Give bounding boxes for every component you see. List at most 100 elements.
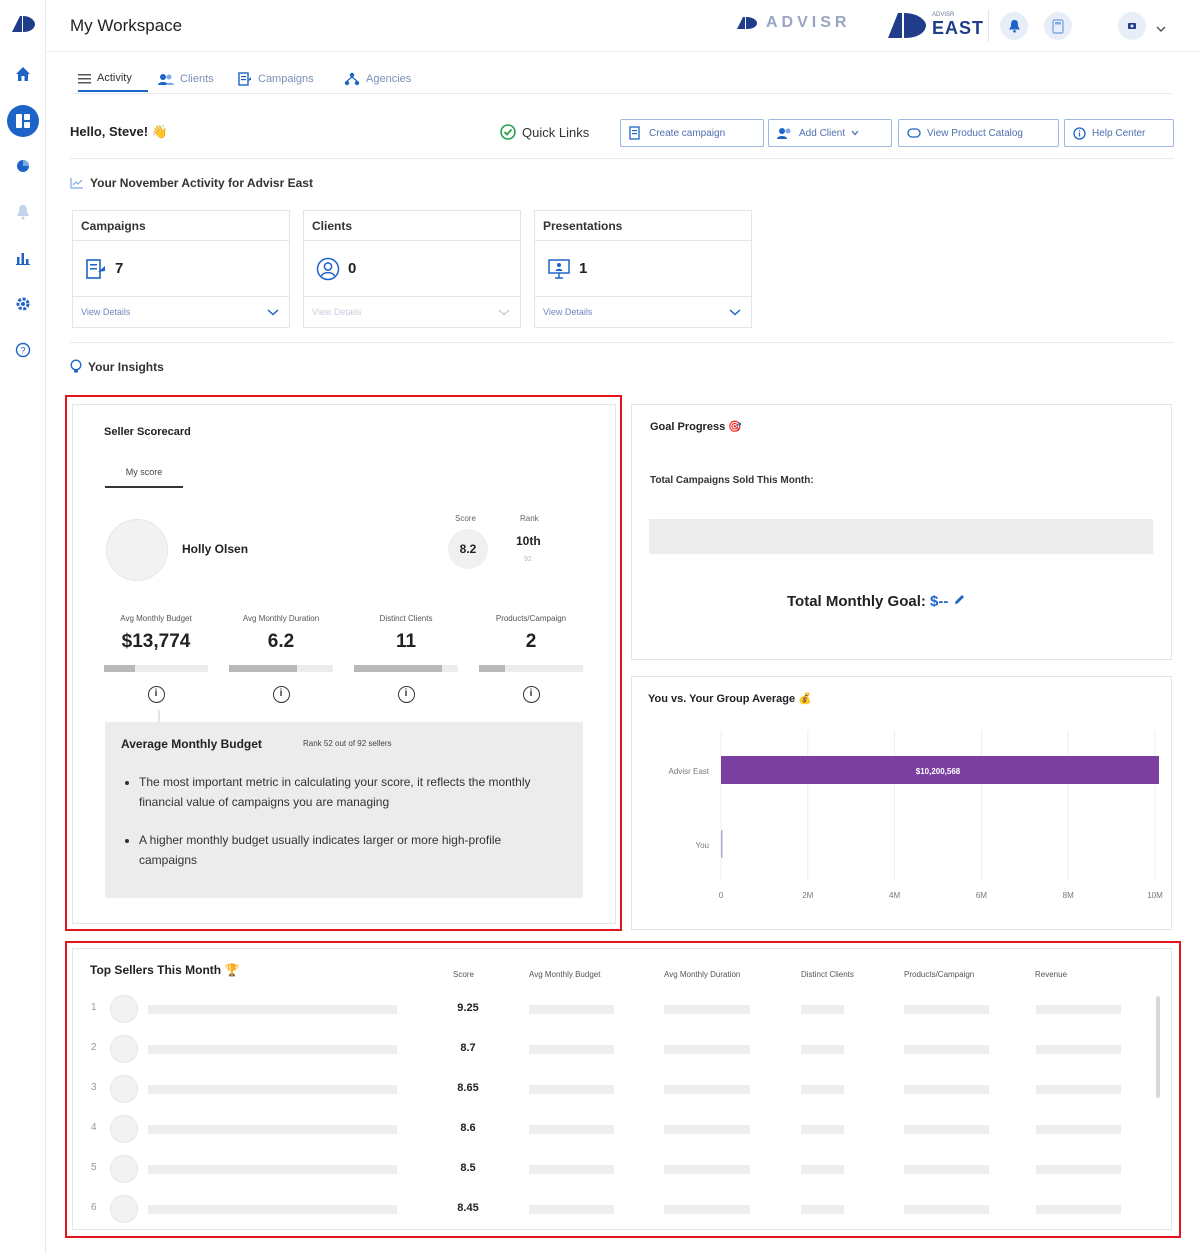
metric-label: Products/Campaign	[495, 614, 567, 623]
activity-title-text: Your November Activity for Advisr East	[90, 176, 313, 190]
pie-chart-icon[interactable]	[0, 158, 46, 174]
insights-title-text: Your Insights	[88, 359, 164, 374]
bell-icon[interactable]	[0, 204, 46, 220]
seller-score: 8.2	[448, 529, 488, 569]
cell-placeholder	[904, 1005, 989, 1014]
cell-placeholder	[529, 1125, 614, 1134]
tab-activity[interactable]: Activity	[78, 66, 148, 92]
column-header-revenue: Revenue	[1035, 970, 1068, 979]
dashboard-icon[interactable]	[7, 105, 39, 137]
create-campaign-label: Create campaign	[649, 127, 726, 139]
notifications-bell-icon[interactable]	[1000, 12, 1028, 40]
cell-placeholder	[664, 1125, 750, 1134]
metric-avg-monthly-budget: Avg Monthly Budget $13,774 i	[104, 614, 208, 703]
avatar	[110, 1195, 138, 1223]
cell-placeholder	[1036, 1005, 1121, 1014]
metric-progress-fill	[354, 665, 443, 672]
cell-placeholder	[801, 1205, 844, 1214]
topbar-divider	[988, 10, 989, 42]
cell-placeholder	[664, 1085, 750, 1094]
cell-placeholder	[529, 1165, 614, 1174]
view-product-catalog-button[interactable]: View Product Catalog	[898, 119, 1059, 147]
campaigns-card: Campaigns 7 View Details	[72, 210, 290, 328]
home-icon[interactable]	[0, 66, 46, 82]
add-client-label: Add Client	[799, 127, 846, 139]
metric-detail-box: Average Monthly Budget Rank 52 out of 92…	[105, 722, 583, 898]
quick-links-label: Quick Links	[500, 124, 589, 140]
cell-placeholder	[904, 1125, 989, 1134]
view-product-catalog-label: View Product Catalog	[927, 127, 1023, 139]
row-score: 9.25	[457, 1002, 479, 1014]
metric-progress-fill	[104, 665, 136, 672]
campaign-icon	[238, 72, 251, 86]
logo-icon[interactable]	[10, 14, 36, 39]
gear-icon[interactable]	[0, 296, 46, 312]
rank-label: Rank	[520, 514, 539, 523]
metric-progress-bar	[354, 665, 458, 672]
view-details-link[interactable]: View Details	[81, 307, 130, 317]
metric-detail-rank: Rank 52 out of 92 sellers	[303, 739, 392, 748]
info-icon[interactable]: i	[147, 686, 165, 703]
activity-section-title: Your November Activity for Advisr East	[70, 176, 313, 190]
group-average-title: You vs. Your Group Average 💰	[648, 693, 812, 705]
clients-card-body: 0	[304, 241, 520, 297]
add-client-button[interactable]: Add Client	[768, 119, 892, 147]
advisr-logo: ADVISR	[736, 14, 850, 32]
avatar	[110, 1155, 138, 1183]
metric-progress-bar	[104, 665, 208, 672]
help-center-button[interactable]: Help Center	[1064, 119, 1174, 147]
total-monthly-goal: Total Monthly Goal: $--	[787, 593, 966, 610]
tab-agencies-label: Agencies	[366, 73, 412, 85]
metric-value: 11	[395, 631, 417, 652]
row-rank: 4	[91, 1122, 97, 1133]
campaigns-view-details[interactable]: View Details	[73, 297, 289, 327]
clients-count: 0	[348, 260, 357, 277]
user-avatar[interactable]	[1118, 12, 1146, 40]
cell-placeholder	[904, 1085, 989, 1094]
metric-detail-title: Average Monthly Budget	[121, 737, 262, 751]
row-score: 8.5	[460, 1162, 476, 1174]
create-campaign-button[interactable]: Create campaign	[620, 119, 764, 147]
name-placeholder	[148, 1045, 397, 1054]
seller-scorecard-title: Seller Scorecard	[104, 426, 191, 438]
org-chart-icon	[344, 72, 360, 86]
help-icon[interactable]: ?	[0, 342, 46, 358]
view-details-link[interactable]: View Details	[543, 307, 592, 317]
calculator-icon[interactable]	[1044, 12, 1072, 40]
chevron-down-icon	[267, 309, 279, 316]
bar-chart-icon[interactable]	[0, 250, 46, 266]
info-icon[interactable]: i	[397, 686, 415, 703]
presentation-icon	[548, 258, 570, 279]
scrollbar[interactable]	[1156, 996, 1160, 1098]
row-rank: 6	[91, 1202, 97, 1213]
edit-pencil-icon[interactable]	[953, 593, 966, 606]
cell-placeholder	[529, 1085, 614, 1094]
tab-campaigns[interactable]: Campaigns	[238, 66, 314, 92]
chevron-down-icon[interactable]	[1156, 20, 1166, 38]
cell-placeholder	[1036, 1165, 1121, 1174]
campaigns-count: 7	[115, 260, 124, 277]
metric-value: 2	[525, 631, 537, 652]
info-icon[interactable]: i	[522, 686, 540, 703]
bar-data-label: $10,200,568	[916, 767, 961, 776]
presentations-view-details[interactable]: View Details	[535, 297, 751, 327]
cell-placeholder	[664, 1005, 750, 1014]
lightbulb-icon	[70, 359, 82, 373]
column-header-avg-monthly-budget: Avg Monthly Budget	[529, 970, 601, 979]
goal-progress-bar	[649, 519, 1153, 554]
info-icon	[1073, 126, 1086, 140]
metric-label: Avg Monthly Duration	[242, 614, 320, 623]
bar[interactable]	[721, 830, 723, 858]
tab-my-score[interactable]: My score	[105, 464, 183, 488]
metric-label: Avg Monthly Budget	[120, 614, 192, 623]
info-icon[interactable]: i	[272, 686, 290, 703]
tab-clients[interactable]: Clients	[158, 66, 214, 92]
divider	[70, 158, 1174, 159]
insights-section-title: Your Insights	[70, 359, 164, 374]
tab-agencies[interactable]: Agencies	[344, 66, 411, 92]
cell-placeholder	[904, 1205, 989, 1214]
column-header-avg-monthly-duration: Avg Monthly Duration	[664, 970, 741, 979]
metric-distinct-clients: Distinct Clients 11 i	[354, 614, 458, 703]
avatar	[110, 1115, 138, 1143]
cell-placeholder	[801, 1085, 844, 1094]
